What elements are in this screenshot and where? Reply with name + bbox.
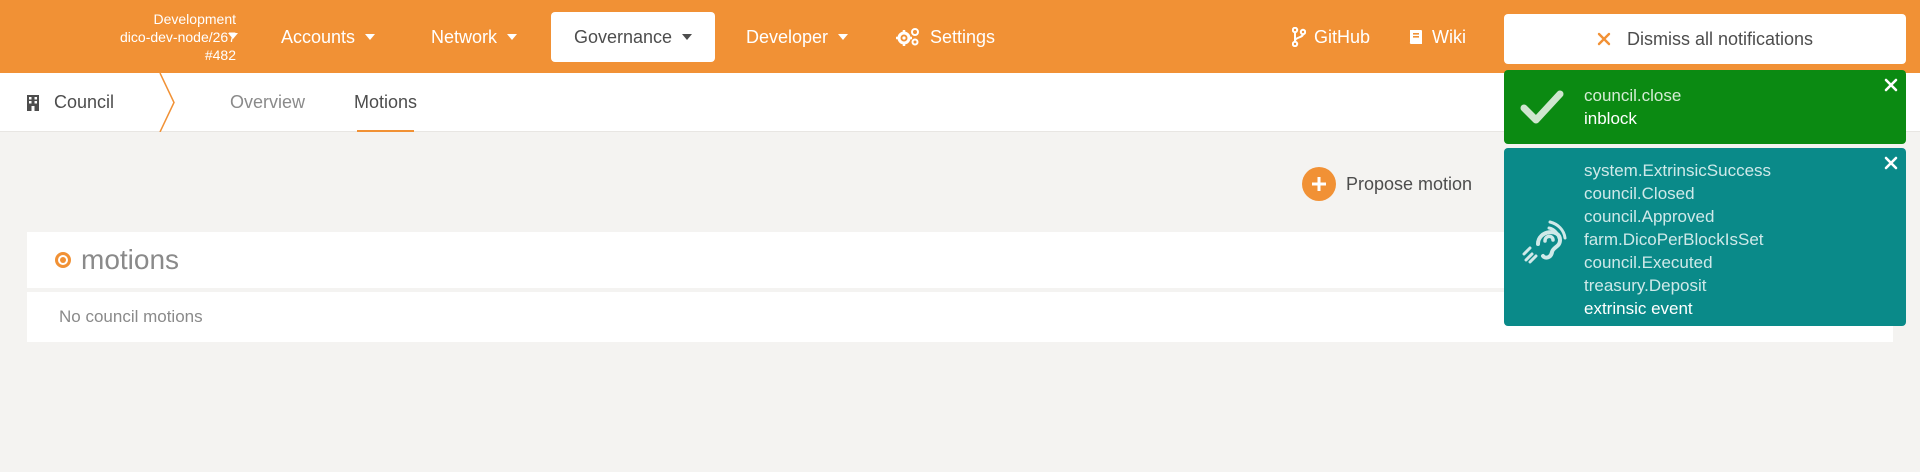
chain-node-name: dico-dev-node/267 <box>120 29 236 45</box>
nav-wiki-link[interactable]: Wiki <box>1384 12 1490 62</box>
close-icon <box>1597 32 1611 46</box>
nav-github-link[interactable]: GitHub <box>1268 12 1394 62</box>
section-title-label: Council <box>54 92 115 112</box>
notification-success-text: council.close inblock <box>1584 84 1681 130</box>
event-line: system.ExtrinsicSuccess <box>1584 161 1772 180</box>
nav-network-label: Network <box>431 26 498 47</box>
notification-status: inblock <box>1584 109 1637 128</box>
nav-developer-label: Developer <box>746 26 829 47</box>
notification-status: extrinsic event <box>1584 299 1693 318</box>
event-line: farm.DicoPerBlockIsSet <box>1584 230 1764 249</box>
code-branch-icon <box>1292 27 1306 47</box>
chain-environment: Development <box>153 11 237 27</box>
assistive-listening-icon <box>1522 220 1567 264</box>
book-icon <box>1409 30 1422 44</box>
tab-overview[interactable]: Overview <box>230 73 305 132</box>
tab-motions[interactable]: Motions <box>354 73 417 132</box>
empty-state-text: No council motions <box>59 307 203 326</box>
event-line: council.Closed <box>1584 184 1695 203</box>
nav-settings-label: Settings <box>930 26 996 47</box>
nav-governance-label: Governance <box>573 26 673 47</box>
chevron-down-icon <box>507 34 518 40</box>
notification-success: council.close inblock <box>1504 70 1906 144</box>
gears-icon <box>896 28 919 46</box>
tab-motions-label: Motions <box>354 92 418 112</box>
chain-selector[interactable]: Development dico-dev-node/267 #482 <box>88 10 238 64</box>
propose-motion-button[interactable]: Propose motion <box>1302 167 1472 201</box>
section-title: Council <box>26 73 114 132</box>
target-icon <box>55 252 71 268</box>
dismiss-all-label: Dismiss all notifications <box>1626 28 1814 49</box>
notification-events-text: system.ExtrinsicSuccess council.Closed c… <box>1584 159 1771 320</box>
nav-github-label: GitHub <box>1314 26 1371 47</box>
event-line: council.Approved <box>1584 207 1715 226</box>
building-icon <box>27 94 39 111</box>
motions-table-title: motions <box>81 244 180 275</box>
checkmark-icon <box>1520 90 1564 124</box>
nav-settings[interactable]: Settings <box>872 12 1019 62</box>
nav-wiki-label: Wiki <box>1432 26 1466 47</box>
notification-method: council.close <box>1584 86 1682 105</box>
chevron-down-icon <box>365 34 376 40</box>
propose-motion-label: Propose motion <box>1346 173 1473 194</box>
nav-network[interactable]: Network <box>407 12 541 62</box>
tab-overview-label: Overview <box>230 92 306 112</box>
nav-accounts[interactable]: Accounts <box>257 12 399 62</box>
active-tab-indicator <box>357 130 415 132</box>
close-icon[interactable] <box>1884 156 1898 170</box>
chevron-down-icon <box>682 34 693 40</box>
nav-developer[interactable]: Developer <box>722 12 872 62</box>
chain-block-number: #482 <box>204 47 236 63</box>
dismiss-all-notifications-button[interactable]: Dismiss all notifications <box>1504 14 1906 64</box>
event-line: treasury.Deposit <box>1584 276 1707 295</box>
close-icon[interactable] <box>1884 78 1898 92</box>
chevron-down-icon <box>838 34 849 40</box>
event-line: council.Executed <box>1584 253 1713 272</box>
nav-accounts-label: Accounts <box>281 26 356 47</box>
plus-icon <box>1302 167 1336 201</box>
chevron-down-icon <box>228 33 238 39</box>
breadcrumb-separator <box>159 73 175 132</box>
nav-governance[interactable]: Governance <box>551 12 715 62</box>
notification-events: system.ExtrinsicSuccess council.Closed c… <box>1504 148 1906 326</box>
